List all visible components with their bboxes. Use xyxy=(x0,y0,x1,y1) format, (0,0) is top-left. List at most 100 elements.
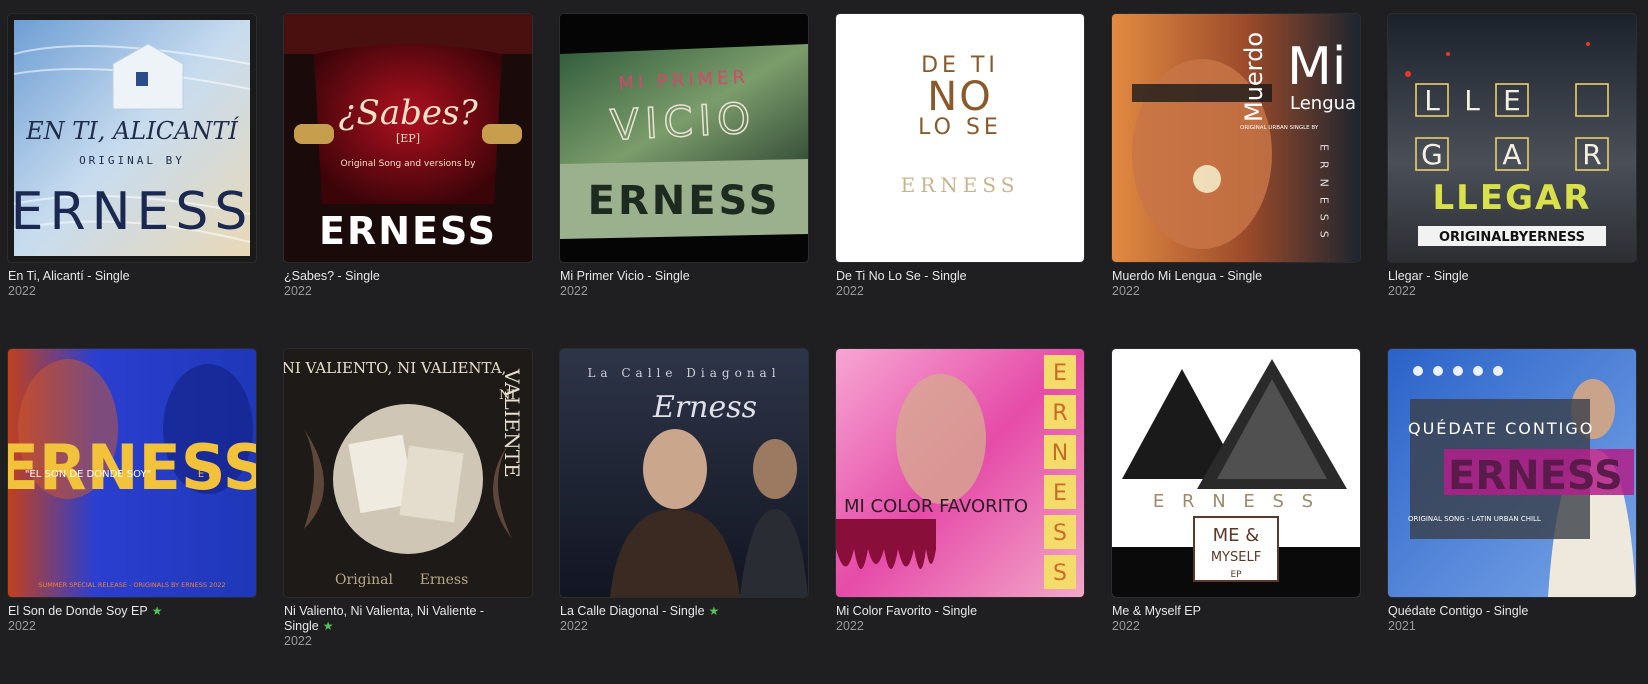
album-cover[interactable]: E R N E S S ME & MYSELF EP xyxy=(1112,349,1360,597)
cover-text: E xyxy=(1053,361,1067,386)
album-item[interactable]: E R N E S S MI COLOR FAVORITO Mi Color F… xyxy=(836,349,1084,684)
cover-text: EP xyxy=(198,469,218,480)
star-icon: ★ xyxy=(708,604,720,618)
album-item[interactable]: NI VALIENTO, NI VALIENTA, NI VALIENTE Or… xyxy=(284,349,532,684)
cover-text: L xyxy=(1464,84,1480,117)
album-title[interactable]: Ni Valiento, Ni Valienta, Ni Valiente - … xyxy=(284,604,532,634)
album-cover[interactable]: E R N E S S MI COLOR FAVORITO xyxy=(836,349,1084,597)
cover-text: EN TI, ALICANTÍ xyxy=(25,116,239,145)
cover-text: ERNESS xyxy=(901,173,1020,197)
cover-text: A xyxy=(1502,138,1521,171)
cover-text: ERNESS xyxy=(1448,453,1623,499)
cover-text: ERNESS xyxy=(588,178,781,224)
album-title[interactable]: La Calle Diagonal - Single ★ xyxy=(560,604,808,619)
album-year: 2022 xyxy=(836,619,864,633)
album-title[interactable]: Me & Myself EP xyxy=(1112,604,1360,619)
cover-text: [EP] xyxy=(396,132,420,145)
album-title[interactable]: Muerdo Mi Lengua - Single xyxy=(1112,269,1360,284)
album-item[interactable]: ERNESS "EL SON DE DONDE SOY" EP SUMMER S… xyxy=(8,349,256,684)
cover-text: Erness xyxy=(652,390,757,425)
cover-text: Erness xyxy=(420,572,469,588)
cover-text: Mi xyxy=(1287,37,1346,97)
cover-text: N xyxy=(1052,441,1068,466)
cover-text: E xyxy=(1053,481,1067,506)
star-icon: ★ xyxy=(322,619,334,633)
cover-text: ORIGINAL SONG - LATIN URBAN CHILL xyxy=(1408,515,1541,523)
album-title[interactable]: Quédate Contigo - Single xyxy=(1388,604,1636,619)
album-item[interactable]: L L E G A R LLEGAR ORIGINALBYERNESS Lleg… xyxy=(1388,14,1636,349)
cover-text: L xyxy=(1424,84,1440,117)
album-cover[interactable]: La Calle Diagonal Erness xyxy=(560,349,808,597)
cover-text: E R N E S S xyxy=(1153,491,1319,512)
cover-text: S xyxy=(1053,521,1067,546)
album-cover[interactable]: QUÉDATE CONTIGO ERNESS ORIGINAL SONG - L… xyxy=(1388,349,1636,597)
cover-text: ORIGINAL URBAN SINGLE BY xyxy=(1240,125,1319,131)
cover-text: ORIGINAL BY xyxy=(79,154,185,167)
album-year: 2022 xyxy=(1112,619,1140,633)
cover-text: ERNESS xyxy=(319,209,497,253)
cover-text: ERNESS xyxy=(11,182,254,242)
album-title[interactable]: De Ti No Lo Se - Single xyxy=(836,269,1084,284)
cover-text: VALIENTE xyxy=(500,368,524,478)
album-year: 2022 xyxy=(284,284,312,298)
cover-text: MI COLOR FAVORITO xyxy=(844,496,1028,517)
album-item[interactable]: DE TI NO LO SE ERNESS De Ti No Lo Se - S… xyxy=(836,14,1084,349)
album-title[interactable]: Mi Color Favorito - Single xyxy=(836,604,1084,619)
cover-text: "EL SON DE DONDE SOY" xyxy=(25,469,151,480)
album-item[interactable]: QUÉDATE CONTIGO ERNESS ORIGINAL SONG - L… xyxy=(1388,349,1636,684)
cover-text: R xyxy=(1052,401,1067,426)
album-item[interactable]: La Calle Diagonal Erness La Calle Diagon… xyxy=(560,349,808,684)
album-title[interactable]: El Son de Donde Soy EP ★ xyxy=(8,604,256,619)
album-cover[interactable]: L L E G A R LLEGAR ORIGINALBYERNESS xyxy=(1388,14,1636,262)
album-year: 2022 xyxy=(560,619,588,633)
album-year: 2022 xyxy=(836,284,864,298)
cover-text: SUMMER SPECIAL RELEASE - ORIGINALS BY ER… xyxy=(38,581,225,589)
cover-text: NO xyxy=(927,74,992,120)
album-year: 2021 xyxy=(1388,619,1416,633)
cover-text: La Calle Diagonal xyxy=(587,366,780,380)
cover-text: Lengua xyxy=(1290,93,1356,114)
album-year: 2022 xyxy=(1388,284,1416,298)
cover-text: VICIO xyxy=(609,93,757,150)
cover-text: G xyxy=(1421,138,1443,171)
album-item[interactable]: EN TI, ALICANTÍ ORIGINAL BY ERNESS En Ti… xyxy=(8,14,256,349)
album-cover[interactable]: EN TI, ALICANTÍ ORIGINAL BY ERNESS xyxy=(8,14,256,262)
album-year: 2022 xyxy=(1112,284,1140,298)
album-cover[interactable]: MI PRIMER VICIO ERNESS xyxy=(560,14,808,262)
album-year: 2022 xyxy=(560,284,588,298)
album-item[interactable]: Mi Muerdo Lengua ORIGINAL URBAN SINGLE B… xyxy=(1112,14,1360,349)
star-icon: ★ xyxy=(151,604,163,618)
cover-text: Muerdo xyxy=(1240,32,1268,122)
cover-text: Original Song and versions by xyxy=(341,159,477,169)
cover-text: ORIGINALBYERNESS xyxy=(1439,230,1585,245)
cover-text: ME & xyxy=(1213,525,1260,546)
cover-text: ¿Sabes? xyxy=(338,93,478,133)
cover-text: Original xyxy=(335,572,393,588)
cover-text: LLEGAR xyxy=(1433,178,1592,218)
album-year: 2022 xyxy=(284,634,312,648)
cover-text: MYSELF xyxy=(1211,550,1261,565)
album-title[interactable]: ¿Sabes? - Single xyxy=(284,269,532,284)
cover-text: NI VALIENTO, NI VALIENTA, xyxy=(284,359,506,377)
cover-text: ERNESS xyxy=(8,431,256,504)
album-year: 2022 xyxy=(8,284,36,298)
album-cover[interactable]: Mi Muerdo Lengua ORIGINAL URBAN SINGLE B… xyxy=(1112,14,1360,262)
album-cover[interactable]: ¿Sabes? [EP] Original Song and versions … xyxy=(284,14,532,262)
cover-text: LO SE xyxy=(918,115,1002,140)
album-cover[interactable]: ERNESS "EL SON DE DONDE SOY" EP SUMMER S… xyxy=(8,349,256,597)
cover-text: ERNESS xyxy=(1318,144,1331,248)
cover-text: R xyxy=(1582,138,1601,171)
album-title[interactable]: Mi Primer Vicio - Single xyxy=(560,269,808,284)
cover-text: QUÉDATE CONTIGO xyxy=(1408,419,1594,438)
cover-text: E xyxy=(1503,84,1521,117)
album-cover[interactable]: DE TI NO LO SE ERNESS xyxy=(836,14,1084,262)
album-grid: EN TI, ALICANTÍ ORIGINAL BY ERNESS En Ti… xyxy=(8,14,1636,684)
album-item[interactable]: MI PRIMER VICIO ERNESS Mi Primer Vicio -… xyxy=(560,14,808,349)
album-item[interactable]: ¿Sabes? [EP] Original Song and versions … xyxy=(284,14,532,349)
album-title[interactable]: Llegar - Single xyxy=(1388,269,1636,284)
album-item[interactable]: E R N E S S ME & MYSELF EP Me & Myself E… xyxy=(1112,349,1360,684)
cover-text: S xyxy=(1053,561,1067,586)
cover-text: EP xyxy=(1230,570,1242,580)
album-cover[interactable]: NI VALIENTO, NI VALIENTA, NI VALIENTE Or… xyxy=(284,349,532,597)
album-title[interactable]: En Ti, Alicantí - Single xyxy=(8,269,256,284)
